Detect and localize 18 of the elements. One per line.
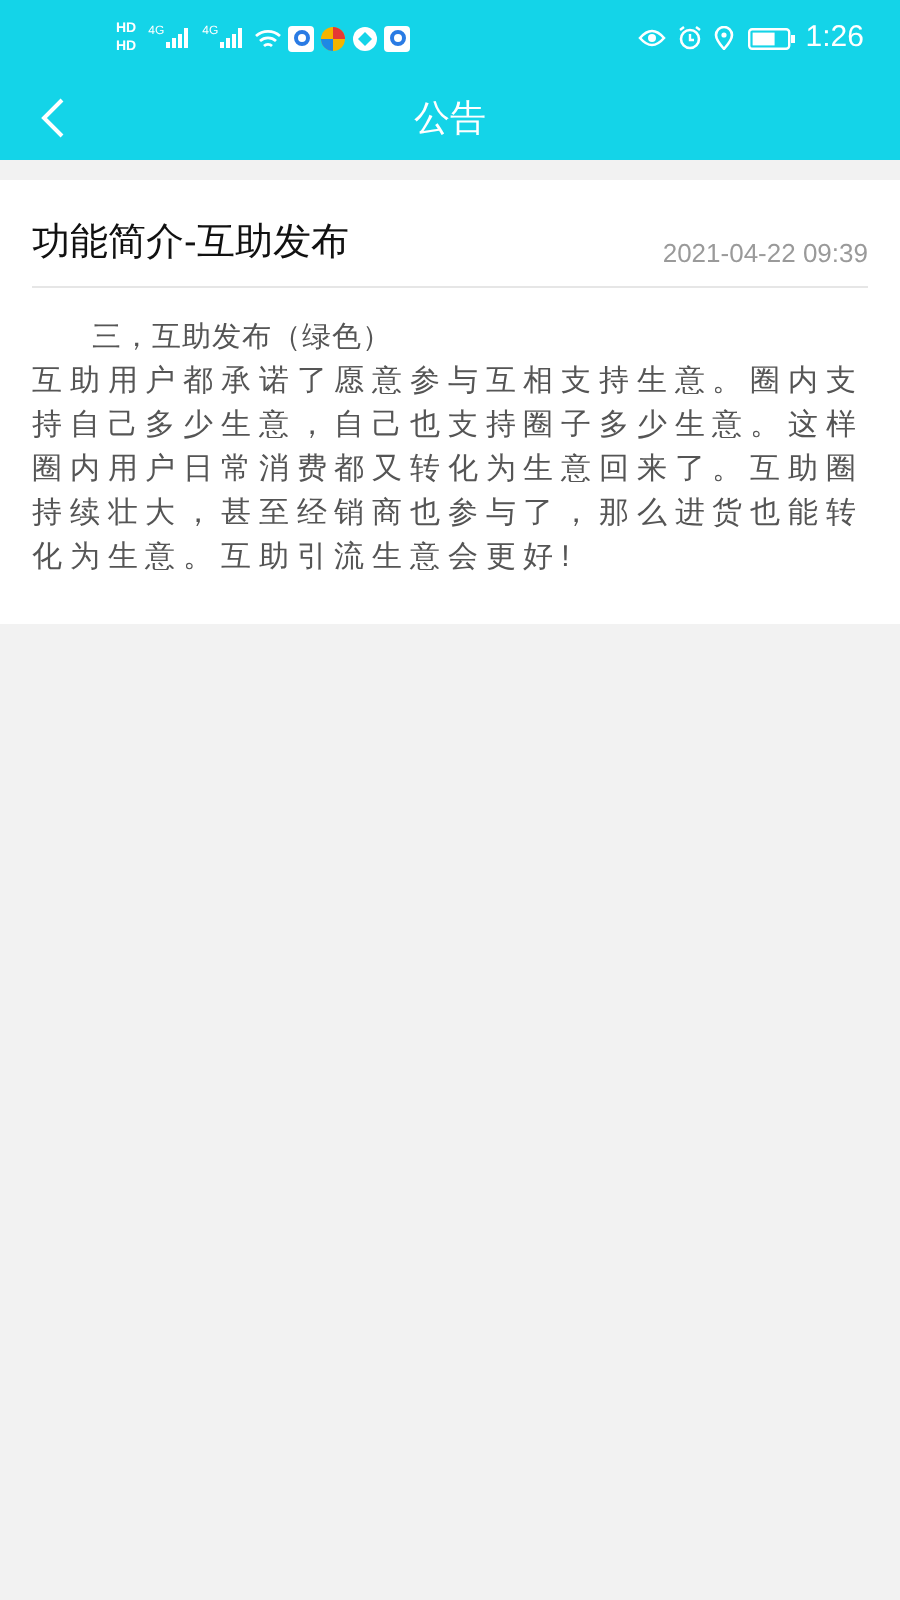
app-icon [352, 25, 379, 51]
page-title: 公告 [414, 95, 486, 141]
alarm-icon [677, 26, 702, 50]
article-title: 功能简介-互助发布 [32, 220, 349, 268]
signal-icon [166, 28, 191, 48]
app-icon [288, 25, 315, 51]
article-date: 2021-04-22 09:39 [662, 236, 868, 272]
wifi-icon [254, 27, 283, 49]
eye-icon [637, 28, 666, 48]
app-icon [384, 25, 411, 51]
app-icon [320, 25, 347, 51]
battery-icon [747, 27, 796, 49]
status-time: 1:26 [805, 17, 864, 58]
back-icon[interactable] [40, 98, 64, 138]
article-body: 互助用户都承诺了愿意参与互相支持生意。圈内支持自己多少生意，自己也支持圈子多少生意。这样圈内用户日常消费都又转化为生意回来了。互助圈持续壮大，甚至经销商也参与了，那么进货也能转化为生意。互助引流生意会更好! [32, 361, 866, 577]
article-heading: 三，互助发布（绿色） [90, 319, 394, 357]
location-icon [713, 26, 734, 50]
signal-icon [220, 28, 245, 48]
